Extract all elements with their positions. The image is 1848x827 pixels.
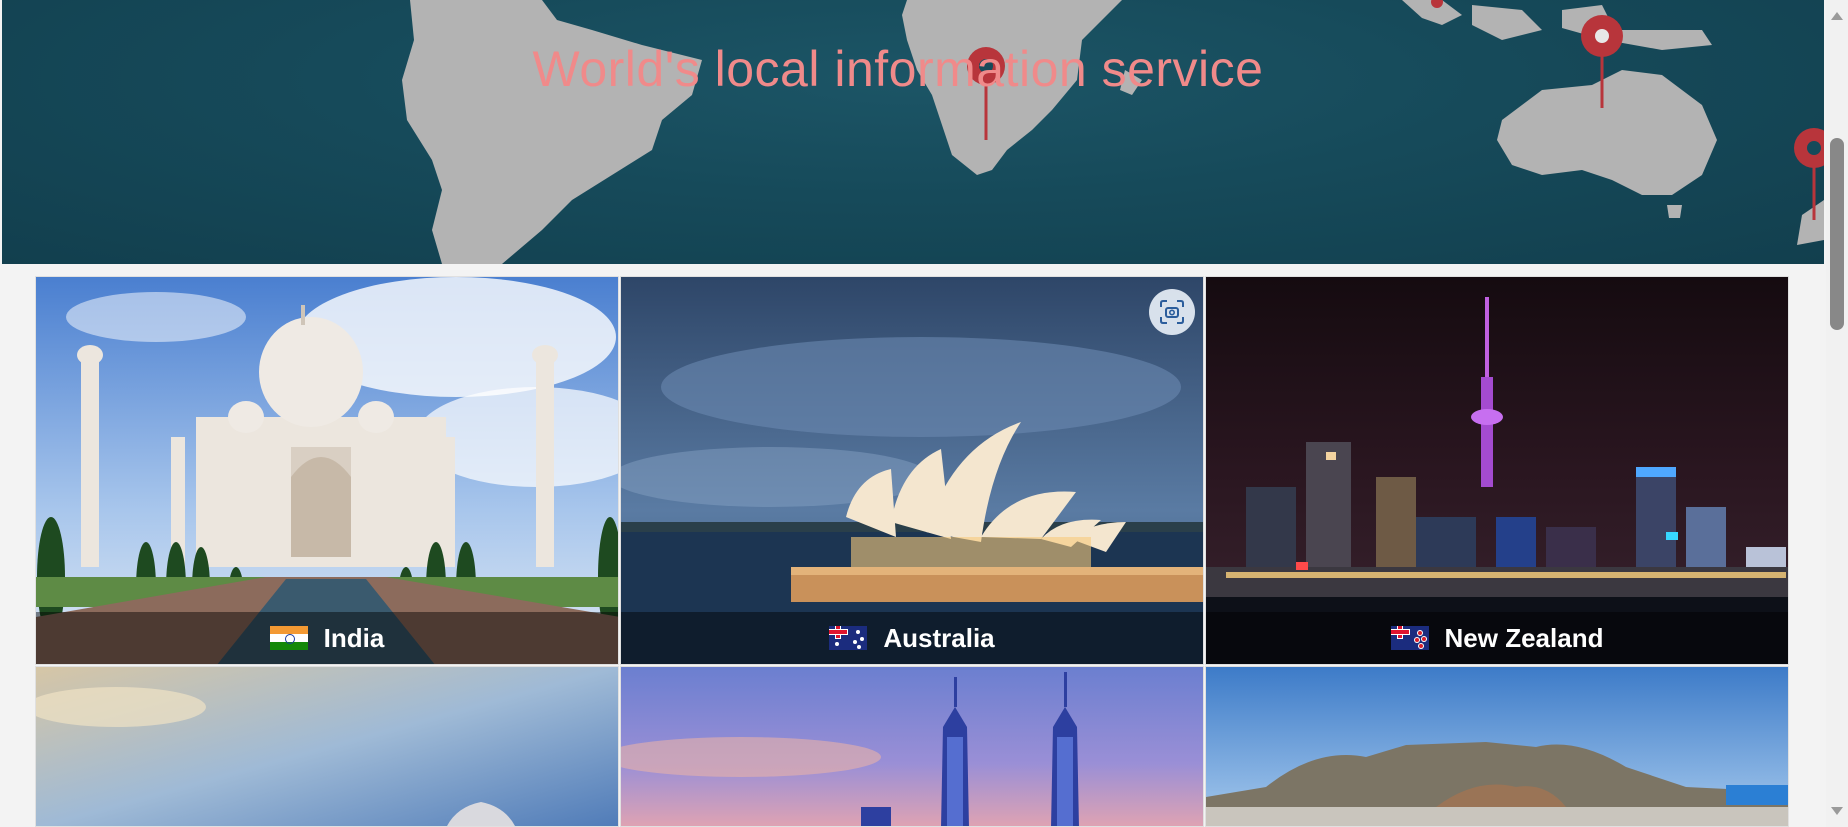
destination-card-5[interactable] [620,666,1204,827]
auckland-skyline-photo [1206,277,1788,664]
vertical-scrollbar[interactable] [1826,0,1848,827]
scroll-down-arrow-icon[interactable] [1831,807,1843,815]
card-caption: New Zealand [1206,612,1788,664]
destination-card-new-zealand[interactable]: New Zealand [1205,276,1789,665]
destination-photo [1206,667,1788,826]
scrollbar-thumb[interactable] [1830,138,1844,330]
card-caption: India [36,612,618,664]
hero-banner: World's local information service [2,0,1824,264]
taj-mahal-photo [36,277,618,664]
destination-card-6[interactable] [1205,666,1789,827]
page: World's local information service India … [0,0,1848,827]
destination-label: New Zealand [1444,622,1604,653]
destination-card-australia[interactable]: Australia [620,276,1204,665]
destination-card-india[interactable]: India [35,276,619,665]
destination-card-4[interactable] [35,666,619,827]
destination-photo [621,667,1203,826]
destination-label: India [323,622,385,653]
sydney-opera-house-photo [621,277,1203,664]
hero-title: World's local information service [532,41,1264,97]
australia-flag-icon [829,626,868,650]
lens-scan-icon [1160,300,1184,324]
destination-photo [36,667,618,826]
destination-label: Australia [883,622,995,653]
new-zealand-flag-icon [1390,626,1429,650]
scroll-up-arrow-icon[interactable] [1831,12,1843,20]
india-flag-icon [269,626,308,650]
visual-search-button[interactable] [1149,289,1195,335]
card-caption: Australia [621,612,1203,664]
